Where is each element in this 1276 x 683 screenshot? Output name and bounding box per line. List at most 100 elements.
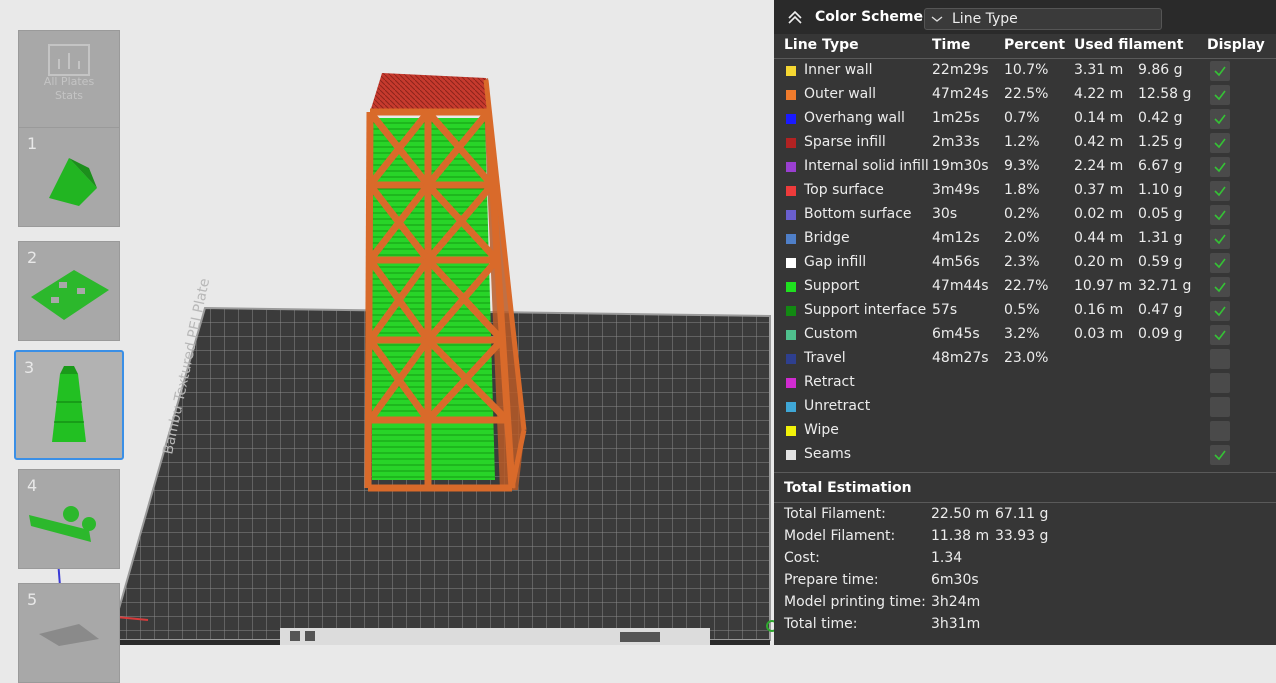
line-type-row: Seams — [774, 444, 1276, 468]
color-scheme-dropdown[interactable]: Line Type — [924, 8, 1162, 30]
display-checkbox[interactable] — [1210, 349, 1230, 369]
model-top-surface — [370, 73, 488, 112]
col-header-percent: Percent — [1004, 37, 1066, 53]
line-type-row: Custom 6m45s 3.2% 0.03 m 0.09 g — [774, 324, 1276, 348]
line-type-name: Wipe — [804, 422, 839, 438]
summary-value: 11.38 m — [931, 528, 990, 544]
line-type-name: Gap infill — [804, 254, 867, 270]
display-checkbox[interactable] — [1210, 61, 1230, 81]
line-type-percent: 22.7% — [1004, 278, 1049, 294]
color-swatch — [786, 186, 796, 196]
line-type-name: Travel — [804, 350, 846, 366]
color-swatch — [786, 234, 796, 244]
line-type-name: Unretract — [804, 398, 871, 414]
line-type-time: 57s — [932, 302, 958, 318]
display-checkbox[interactable] — [1210, 277, 1230, 297]
color-swatch — [786, 162, 796, 172]
checkmark-icon — [1214, 66, 1226, 77]
color-swatch — [786, 282, 796, 292]
plate-thumbnail-3[interactable]: 3 — [14, 350, 124, 460]
display-checkbox[interactable] — [1210, 397, 1230, 417]
plate-3-model-icon — [52, 366, 86, 442]
display-checkbox[interactable] — [1210, 85, 1230, 105]
summary-label: Total Filament: — [784, 506, 886, 522]
col-header-used-filament: Used filament — [1074, 37, 1184, 53]
line-type-row: Internal solid infill 19m30s 9.3% 2.24 m 6.6… — [774, 156, 1276, 180]
plate-thumbnail-2[interactable]: 2 — [18, 241, 120, 341]
checkmark-icon — [1214, 186, 1226, 197]
display-checkbox[interactable] — [1210, 109, 1230, 129]
line-type-name: Support interface — [804, 302, 927, 318]
color-swatch — [786, 114, 796, 124]
line-type-meters: 2.24 m — [1074, 158, 1124, 174]
display-checkbox[interactable] — [1210, 205, 1230, 225]
line-type-name: Top surface — [804, 182, 884, 198]
checkmark-icon — [1214, 330, 1226, 341]
summary-value: 6m30s — [931, 572, 979, 588]
plate-thumbnail-1[interactable]: 1 — [18, 127, 120, 227]
display-checkbox[interactable] — [1210, 253, 1230, 273]
plate-5-model-icon — [39, 624, 99, 646]
line-type-meters: 0.03 m — [1074, 326, 1124, 342]
display-checkbox[interactable] — [1210, 229, 1230, 249]
display-checkbox[interactable] — [1210, 421, 1230, 441]
summary-label: Total time: — [784, 616, 858, 632]
line-type-meters: 0.20 m — [1074, 254, 1124, 270]
line-type-time: 48m27s — [932, 350, 989, 366]
plate-1-model-icon — [49, 158, 97, 206]
color-swatch — [786, 354, 796, 364]
display-checkbox[interactable] — [1210, 157, 1230, 177]
line-type-time: 4m12s — [932, 230, 980, 246]
display-checkbox[interactable] — [1210, 133, 1230, 153]
line-type-row: Support 47m44s 22.7% 10.97 m 32.71 g — [774, 276, 1276, 300]
col-header-line-type: Line Type — [784, 37, 859, 53]
line-type-percent: 1.8% — [1004, 182, 1040, 198]
line-type-time: 30s — [932, 206, 958, 222]
line-type-grams: 32.71 g — [1138, 278, 1192, 294]
color-swatch — [786, 330, 796, 340]
all-plates-stats-button[interactable]: All Plates Stats — [18, 30, 120, 130]
color-swatch — [786, 90, 796, 100]
checkmark-icon — [1214, 234, 1226, 245]
line-type-time: 1m25s — [932, 110, 980, 126]
summary-label: Prepare time: — [784, 572, 879, 588]
color-scheme-label: Color Scheme — [815, 9, 924, 25]
line-type-meters: 10.97 m — [1074, 278, 1133, 294]
line-type-row: Travel 48m27s 23.0% — [774, 348, 1276, 372]
color-swatch — [786, 66, 796, 76]
plate-2-model-icon — [31, 270, 109, 320]
line-type-name: Overhang wall — [804, 110, 905, 126]
collapse-chevron-icon[interactable] — [786, 8, 804, 26]
summary-value-secondary: 33.93 g — [995, 528, 1049, 544]
display-checkbox[interactable] — [1210, 301, 1230, 321]
plate-thumbnail-4[interactable]: 4 — [18, 469, 120, 569]
display-checkbox[interactable] — [1210, 445, 1230, 465]
plate-4-model-icon — [29, 506, 96, 542]
display-checkbox[interactable] — [1210, 181, 1230, 201]
line-type-grams: 0.05 g — [1138, 206, 1183, 222]
col-header-time: Time — [932, 37, 971, 53]
line-type-name: Inner wall — [804, 62, 873, 78]
color-swatch — [786, 138, 796, 148]
line-type-time: 47m24s — [932, 86, 989, 102]
line-type-time: 22m29s — [932, 62, 989, 78]
line-type-meters: 4.22 m — [1074, 86, 1124, 102]
checkmark-icon — [1214, 258, 1226, 269]
checkmark-icon — [1214, 282, 1226, 293]
display-checkbox[interactable] — [1210, 325, 1230, 345]
line-type-percent: 10.7% — [1004, 62, 1049, 78]
color-swatch — [786, 306, 796, 316]
summary-value: 3h24m — [931, 594, 981, 610]
summary-label: Model Filament: — [784, 528, 896, 544]
line-type-name: Custom — [804, 326, 858, 342]
line-type-meters: 0.44 m — [1074, 230, 1124, 246]
line-type-row: Top surface 3m49s 1.8% 0.37 m 1.10 g — [774, 180, 1276, 204]
plate-thumbnail-5[interactable]: 5 — [18, 583, 120, 683]
color-swatch — [786, 402, 796, 412]
line-type-meters: 3.31 m — [1074, 62, 1124, 78]
checkmark-icon — [1214, 210, 1226, 221]
line-type-name: Bridge — [804, 230, 850, 246]
color-swatch — [786, 450, 796, 460]
line-type-meters: 0.37 m — [1074, 182, 1124, 198]
display-checkbox[interactable] — [1210, 373, 1230, 393]
